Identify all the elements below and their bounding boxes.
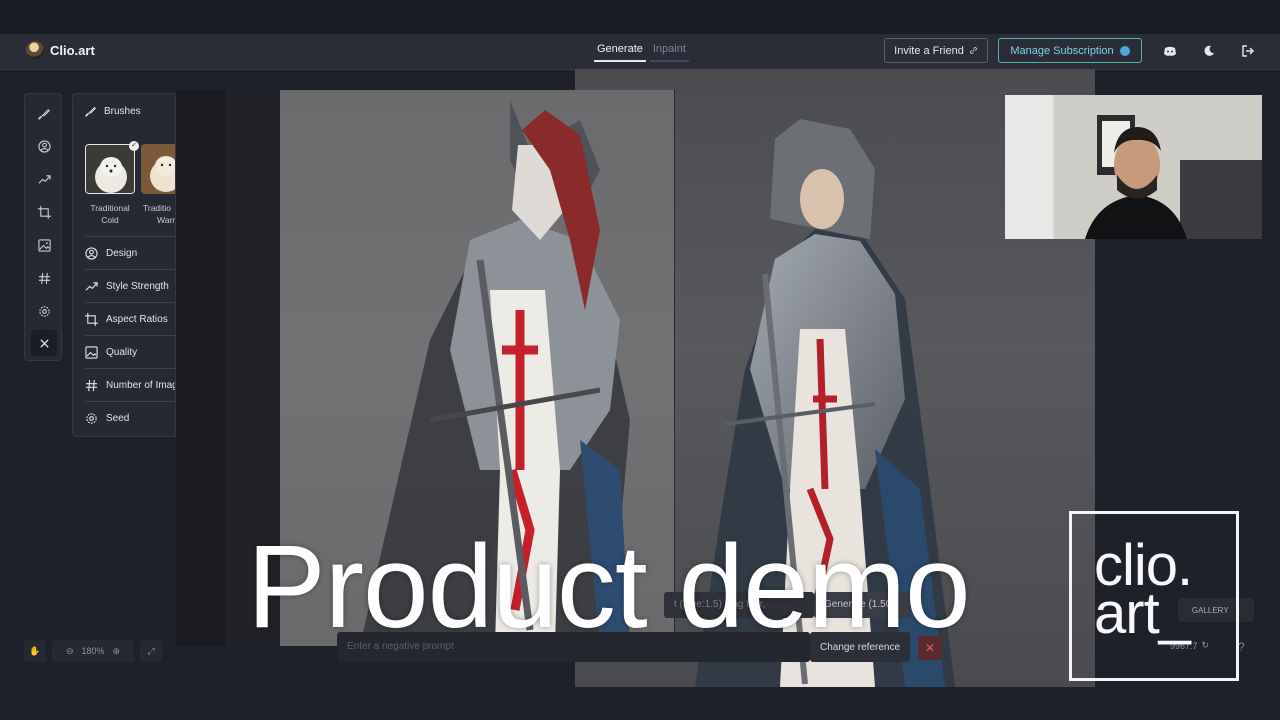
gear-icon[interactable] — [31, 298, 57, 324]
manage-subscription-button[interactable]: Manage Subscription — [998, 38, 1142, 63]
setting-number-of-images[interactable]: Number of Imag — [85, 368, 176, 401]
setting-aspect-ratios[interactable]: Aspect Ratios — [85, 302, 175, 335]
manage-label: Manage Subscription — [1010, 44, 1114, 57]
setting-label: Quality — [106, 346, 138, 358]
hash-icon[interactable] — [31, 265, 57, 291]
zoom-control: ⊖ 180% ⊕ — [52, 640, 134, 662]
setting-seed[interactable]: Seed — [85, 401, 175, 434]
help-icon[interactable]: ? — [1238, 640, 1245, 654]
tool-sidebar — [24, 93, 62, 361]
user-circle-icon — [85, 246, 98, 260]
verified-icon — [1119, 45, 1130, 56]
brush-label-line2: Cold — [101, 215, 119, 225]
crop-icon[interactable] — [31, 199, 57, 225]
discord-icon[interactable] — [1162, 43, 1178, 59]
brand-name: Clio.art — [50, 42, 95, 58]
mode-tabs: Generate Inpaint — [594, 43, 689, 62]
panel-header: Brushes — [85, 105, 141, 117]
presenter-webcam — [1005, 95, 1262, 239]
setting-quality[interactable]: Quality — [85, 335, 175, 368]
brush-thumbnail-traditional-warm[interactable] — [141, 144, 175, 194]
video-caption: Product demo — [247, 521, 971, 653]
link-icon — [969, 47, 977, 54]
trend-icon[interactable] — [31, 166, 57, 192]
setting-label: Design — [106, 247, 138, 259]
brush-label-line1: Traditio — [143, 203, 172, 213]
brush-thumbnail-traditional-cold[interactable] — [85, 144, 135, 194]
zoom-level: 180% — [81, 646, 105, 656]
gear-icon — [86, 412, 97, 424]
crop-icon — [85, 312, 98, 326]
tab-inpaint[interactable]: Inpaint — [649, 43, 689, 62]
setting-label: Seed — [106, 412, 130, 424]
brand-watermark-text: clio. art_ — [1094, 537, 1193, 646]
logout-icon[interactable] — [1239, 43, 1255, 59]
moon-icon[interactable] — [1201, 43, 1217, 59]
panel-title: Brushes — [104, 105, 141, 117]
selected-check-icon: ✓ — [129, 141, 139, 151]
user-circle-icon[interactable] — [31, 133, 57, 159]
brush-icon[interactable] — [31, 100, 57, 126]
hash-icon — [85, 379, 98, 391]
brand-watermark: clio. art_ — [1069, 511, 1239, 681]
canvas-controls: ✋ ⊖ 180% ⊕ ⤢ — [24, 640, 162, 662]
setting-style-strength[interactable]: Style Strength — [85, 269, 175, 302]
zoom-in-icon[interactable]: ⊕ — [113, 646, 121, 657]
tab-generate[interactable]: Generate — [594, 43, 646, 62]
brand-line-2: art_ — [1094, 581, 1191, 646]
close-icon[interactable] — [31, 330, 57, 356]
fullscreen-icon[interactable]: ⤢ — [140, 640, 162, 662]
setting-label: Style Strength — [106, 280, 169, 292]
brushes-panel: Brushes ✓ Traditional Cold Traditio Warm… — [72, 93, 176, 437]
top-band — [0, 0, 1280, 34]
setting-label: Aspect Ratios — [106, 313, 168, 325]
brush-label-line2: Warm — [157, 215, 175, 225]
hand-tool-icon[interactable]: ✋ — [24, 640, 46, 662]
invite-friend-button[interactable]: Invite a Friend — [884, 38, 988, 63]
setting-design[interactable]: Design — [85, 236, 175, 269]
invite-label: Invite a Friend — [894, 44, 964, 57]
zoom-out-icon[interactable]: ⊖ — [66, 646, 74, 657]
brush-label-line1: Traditional — [90, 203, 130, 213]
webcam-feed — [1005, 95, 1262, 239]
image-icon — [85, 345, 98, 359]
overlay-shade-dark — [176, 90, 226, 646]
app-header: Clio.art Generate Inpaint Invite a Frien… — [0, 34, 1280, 70]
trend-icon — [85, 281, 98, 291]
setting-label: Number of Imag — [106, 379, 176, 391]
brush-label-traditional-cold: Traditional Cold — [83, 202, 137, 226]
logo-mark — [26, 41, 44, 59]
brush-label-traditional-warm: Traditio Warm — [143, 202, 175, 226]
app-logo[interactable]: Clio.art — [26, 41, 95, 59]
image-icon[interactable] — [31, 232, 57, 258]
brush-icon — [85, 106, 97, 117]
